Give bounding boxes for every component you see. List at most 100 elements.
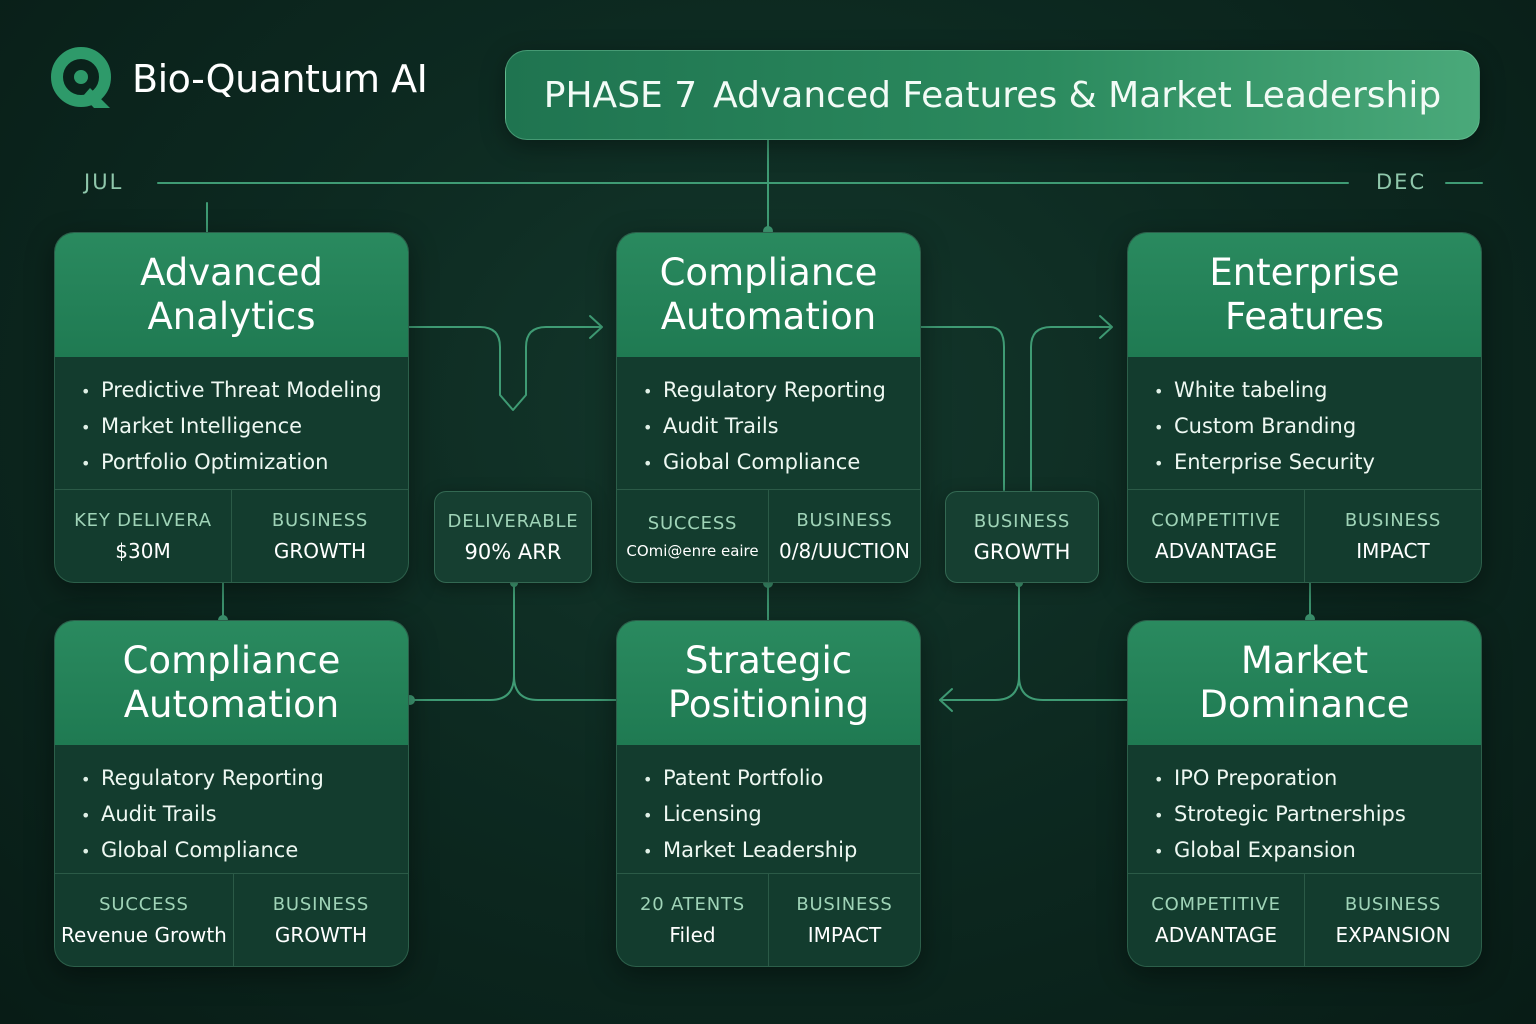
feature-list: Patent Portfolio Licensing Market Leader… (643, 761, 898, 869)
card-header: Market Dominance (1128, 621, 1481, 745)
card-header: Strategic Positioning (617, 621, 920, 745)
feature-list: White tabeling Custom Branding Enterpris… (1154, 373, 1459, 481)
metric-label: BUSINESS (271, 509, 369, 531)
metric-value: GROWTH (273, 538, 367, 563)
list-item: Audit Trails (81, 797, 386, 833)
card-metrics: KEY DELIVERA $30M BUSINESS GROWTH (55, 489, 408, 582)
flow-line-deliverable-to-strategic (513, 582, 617, 701)
card-header: Enterprise Features (1128, 233, 1481, 357)
metric-cell: SUCCESS Revenue Growth (55, 874, 233, 966)
flow-line-compliance-to-enterprise (919, 326, 1005, 491)
card-advanced-analytics: Advanced Analytics Predictive Threat Mod… (54, 232, 409, 583)
deliverable-badge: DELIVERABLE 90% ARR (434, 491, 592, 583)
feature-list: Regulatory Reporting Audit Trails Giobal… (643, 373, 898, 481)
metric-value: Revenue Growth (61, 922, 227, 947)
flow-line-dominance-to-strategic (939, 582, 1129, 701)
metric-value: ADVANTAGE (1155, 922, 1277, 947)
card-header: Compliance Automation (617, 233, 920, 357)
card-title: Enterprise Features (1209, 251, 1400, 338)
list-item: Portfolio Optimization (81, 445, 386, 481)
card-metrics: SUCCESS Revenue Growth BUSINESS GROWTH (55, 873, 408, 966)
timeline-start-label: JUL (84, 170, 124, 194)
metric-cell: SUCCESS COmi@enre eaire (617, 490, 768, 582)
card-body: White tabeling Custom Branding Enterpris… (1128, 357, 1481, 489)
badge-value: GROWTH (973, 539, 1071, 564)
card-compliance-automation-bottom: Compliance Automation Regulatory Reporti… (54, 620, 409, 967)
list-item: Market Leadership (643, 833, 898, 869)
arrow-head (589, 315, 603, 339)
feature-list: IPO Preporation Strotegic Partnerships G… (1154, 761, 1459, 869)
list-item: Strotegic Partnerships (1154, 797, 1459, 833)
card-body: Regulatory Reporting Audit Trails Giobal… (617, 357, 920, 489)
phase-title: Advanced Features & Market Leadership (713, 74, 1442, 116)
badge-label: BUSINESS (973, 510, 1071, 532)
metric-label: COMPETITIVE (1151, 893, 1281, 915)
card-title: Market Dominance (1199, 639, 1410, 726)
card-title: Advanced Analytics (140, 251, 323, 338)
card-header: Compliance Automation (55, 621, 408, 745)
metric-label: BUSINESS (796, 509, 893, 531)
metric-value: 0/8/UUCTION (779, 538, 910, 563)
badge-label: DELIVERABLE (447, 510, 579, 532)
metric-value: ADVANTAGE (1155, 538, 1277, 563)
card-metrics: COMPETITIVE ADVANTAGE BUSINESS IMPACT (1128, 489, 1481, 582)
metric-cell: BUSINESS IMPACT (768, 874, 920, 966)
feature-list: Regulatory Reporting Audit Trails Global… (81, 761, 386, 869)
metric-value: IMPACT (1356, 538, 1430, 563)
metric-cell: 20 ATENTS Filed (617, 874, 768, 966)
metric-value: Filed (669, 922, 716, 947)
list-item: Global Compliance (81, 833, 386, 869)
card-title: Compliance Automation (122, 639, 341, 726)
card-metrics: SUCCESS COmi@enre eaire BUSINESS 0/8/UUC… (617, 489, 920, 582)
card-body: Regulatory Reporting Audit Trails Global… (55, 745, 408, 873)
metric-cell: COMPETITIVE ADVANTAGE (1128, 874, 1304, 966)
flow-line-growth-to-enterprise (1030, 326, 1111, 491)
card-enterprise-features: Enterprise Features White tabeling Custo… (1127, 232, 1482, 583)
metric-label: KEY DELIVERA (74, 509, 212, 531)
brand-logo: Bio-Quantum AI (50, 46, 428, 112)
card-metrics: COMPETITIVE ADVANTAGE BUSINESS EXPANSION (1128, 873, 1481, 966)
card-market-dominance: Market Dominance IPO Preporation Stroteg… (1127, 620, 1482, 967)
metric-label: SUCCESS (647, 512, 738, 534)
timeline-end-label: DEC (1376, 170, 1427, 194)
arrow-head (1099, 315, 1113, 339)
metric-cell: KEY DELIVERA $30M (55, 490, 231, 582)
list-item: Patent Portfolio (643, 761, 898, 797)
list-item: Predictive Threat Modeling (81, 373, 386, 409)
list-item: IPO Preporation (1154, 761, 1459, 797)
card-compliance-automation-top: Compliance Automation Regulatory Reporti… (616, 232, 921, 583)
metric-label: 20 ATENTS (640, 893, 745, 915)
metric-label: BUSINESS (1344, 509, 1442, 531)
list-item: Regulatory Reporting (81, 761, 386, 797)
q-logo-icon (51, 47, 111, 108)
metric-value: COmi@enre eaire (626, 541, 759, 560)
brand-name: Bio-Quantum AI (132, 57, 428, 101)
list-item: Regulatory Reporting (643, 373, 898, 409)
card-header: Advanced Analytics (55, 233, 408, 357)
list-item: Global Expansion (1154, 833, 1459, 869)
flow-line-deliverable-join (409, 582, 515, 701)
metric-label: COMPETITIVE (1151, 509, 1281, 531)
card-strategic-positioning: Strategic Positioning Patent Portfolio L… (616, 620, 921, 967)
badge-value: 90% ARR (464, 539, 562, 564)
list-item: White tabeling (1154, 373, 1459, 409)
arrow-head (939, 688, 953, 712)
metric-label: BUSINESS (796, 893, 893, 915)
list-item: Custom Branding (1154, 409, 1459, 445)
phase-number: PHASE 7 (543, 74, 698, 116)
metric-cell: COMPETITIVE ADVANTAGE (1128, 490, 1304, 582)
feature-list: Predictive Threat Modeling Market Intell… (81, 373, 386, 481)
list-item: Licensing (643, 797, 898, 833)
list-item: Market Intelligence (81, 409, 386, 445)
metric-cell: BUSINESS IMPACT (1304, 490, 1481, 582)
list-item: Enterprise Security (1154, 445, 1459, 481)
metric-cell: BUSINESS EXPANSION (1304, 874, 1481, 966)
card-metrics: 20 ATENTS Filed BUSINESS IMPACT (617, 873, 920, 966)
flow-line-analytics-to-compliance (407, 326, 601, 411)
card-body: Patent Portfolio Licensing Market Leader… (617, 745, 920, 873)
metric-value: GROWTH (274, 922, 368, 947)
metric-value: EXPANSION (1335, 922, 1451, 947)
metric-label: BUSINESS (1344, 893, 1442, 915)
card-title: Compliance Automation (659, 251, 878, 338)
metric-label: BUSINESS (272, 893, 370, 915)
